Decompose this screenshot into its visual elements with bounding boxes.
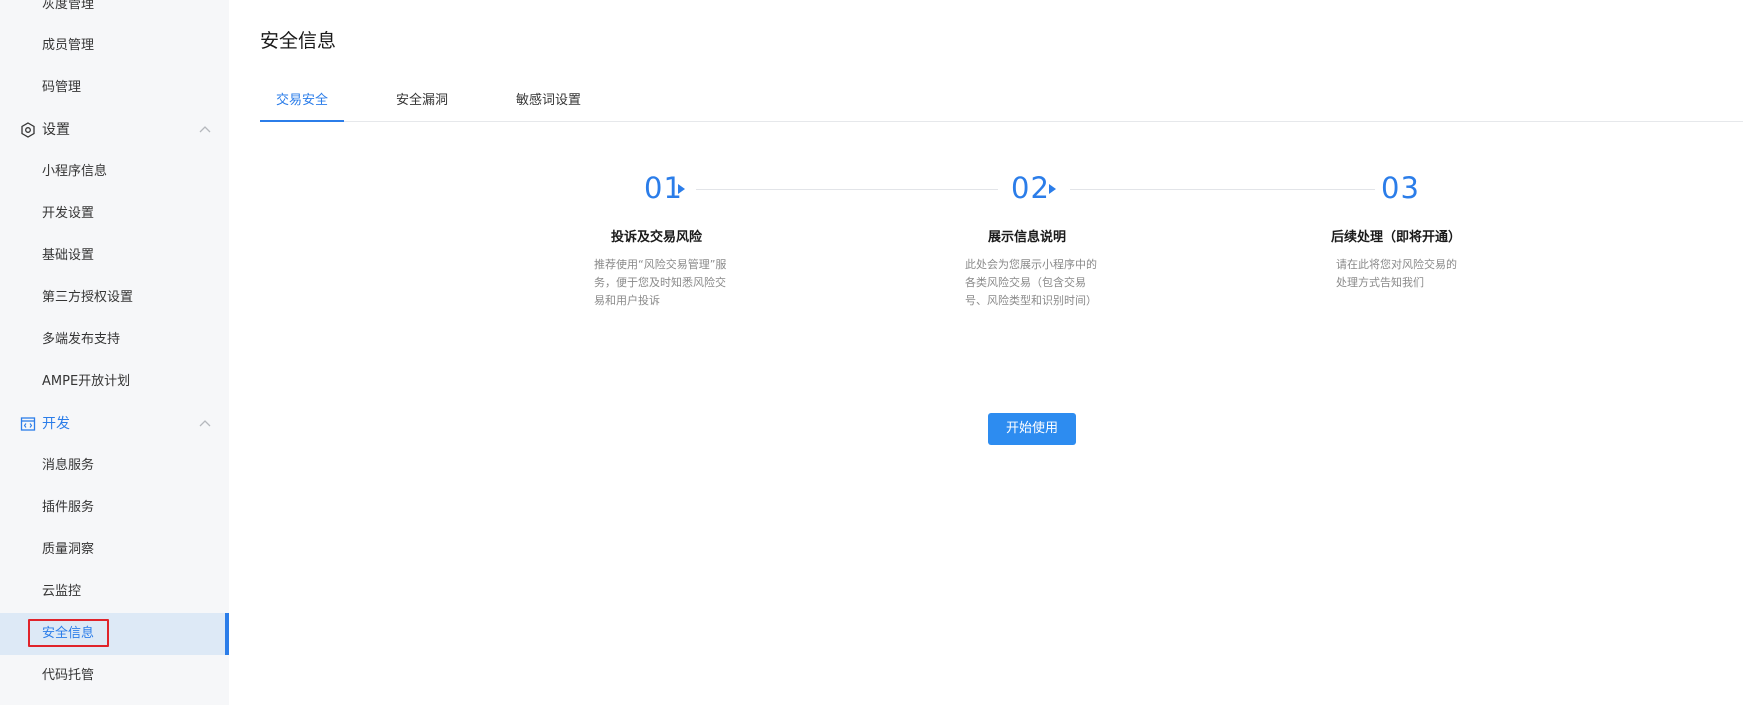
sidebar-item-third-party-auth[interactable]: 第三方授权设置: [0, 277, 229, 319]
sidebar-item-label: 码管理: [42, 80, 82, 95]
active-indicator: [225, 613, 229, 655]
sidebar-item-label: 质量洞察: [42, 542, 95, 557]
tab-security-vulnerability[interactable]: 安全漏洞: [396, 80, 448, 121]
sidebar-item-multi-publish[interactable]: 多端发布支持: [0, 319, 229, 361]
sidebar-item-basic-settings[interactable]: 基础设置: [0, 235, 229, 277]
sidebar-item-label: 开发设置: [42, 206, 95, 221]
page-title: 安全信息: [260, 30, 337, 52]
start-using-button[interactable]: 开始使用: [988, 413, 1076, 445]
sidebar-item-message-service[interactable]: 消息服务: [0, 445, 229, 487]
step-connector: [1070, 189, 1375, 190]
sidebar-item-gray-release[interactable]: 灰度管理: [0, 0, 229, 26]
step-desc-line: 务，便于您及时知悉风险交: [594, 276, 726, 289]
arrow-right-icon: [678, 184, 685, 194]
sidebar-item-label: 成员管理: [42, 38, 95, 53]
chevron-up-icon[interactable]: [199, 125, 211, 133]
sidebar-item-label: 插件服务: [42, 500, 95, 515]
step-desc-line: 请在此将您对风险交易的: [1336, 258, 1457, 271]
highlight-box: [28, 619, 109, 647]
sidebar-item-label: 小程序信息: [42, 164, 108, 179]
step-title: 投诉及交易风险: [611, 230, 703, 245]
tab-bar: 交易安全 安全漏洞 敏感词设置: [259, 80, 1743, 122]
step-desc-line: 处理方式告知我们: [1336, 276, 1424, 289]
sidebar-group-label: 设置: [42, 122, 70, 138]
sidebar-item-dev-settings[interactable]: 开发设置: [0, 193, 229, 235]
sidebar-item-label: AMPE开放计划: [42, 374, 131, 389]
step-number: 02: [1011, 171, 1050, 205]
sidebar-item-label: 第三方授权设置: [42, 290, 134, 305]
sidebar-item-ampe-plan[interactable]: AMPE开放计划: [0, 361, 229, 403]
arrow-right-icon: [1049, 184, 1056, 194]
sidebar-item-label: 代码托管: [42, 668, 95, 683]
sidebar-item-label: 消息服务: [42, 458, 95, 473]
step-title: 展示信息说明: [988, 230, 1067, 245]
step-title: 后续处理（即将开通）: [1331, 230, 1462, 245]
sidebar-item-cloud-monitor[interactable]: 云监控: [0, 571, 229, 613]
sidebar: 灰度管理 成员管理 码管理 设置 小程序信息 开发设置 基础设置 第三方授权设置…: [0, 0, 229, 705]
sidebar-item-label: 云监控: [42, 584, 82, 599]
sidebar-item-quality-insight[interactable]: 质量洞察: [0, 529, 229, 571]
sidebar-item-miniapp-info[interactable]: 小程序信息: [0, 151, 229, 193]
sidebar-group-label: 开发: [42, 416, 70, 432]
code-window-icon: [20, 417, 36, 431]
sidebar-item-security-info[interactable]: 安全信息: [0, 613, 229, 655]
step-desc-line: 易和用户投诉: [594, 294, 660, 307]
step-desc-line: 号、风险类型和识别时间）: [965, 294, 1097, 307]
tab-transaction-security[interactable]: 交易安全: [259, 80, 345, 122]
step-description: 请在此将您对风险交易的 处理方式告知我们: [1336, 256, 1457, 292]
sidebar-item-label: 灰度管理: [42, 0, 95, 12]
sidebar-item-code-hosting[interactable]: 代码托管: [0, 655, 229, 697]
chevron-up-icon[interactable]: [199, 419, 211, 427]
step-desc-line: 此处会为您展示小程序中的: [965, 258, 1097, 271]
step-connector: [696, 189, 998, 190]
sidebar-group-develop[interactable]: 开发: [0, 403, 229, 445]
sidebar-item-label: 多端发布支持: [42, 332, 121, 347]
step-description: 此处会为您展示小程序中的 各类风险交易（包含交易 号、风险类型和识别时间）: [965, 256, 1097, 310]
sidebar-item-label: 基础设置: [42, 248, 95, 263]
sidebar-group-settings[interactable]: 设置: [0, 109, 229, 151]
step-description: 推荐使用“风险交易管理”服 务，便于您及时知悉风险交 易和用户投诉: [594, 256, 726, 310]
sidebar-item-code-manage[interactable]: 码管理: [0, 67, 229, 109]
sidebar-item-plugin-service[interactable]: 插件服务: [0, 487, 229, 529]
step-number: 03: [1381, 171, 1420, 205]
tab-sensitive-words[interactable]: 敏感词设置: [516, 80, 581, 121]
gear-icon: [21, 122, 35, 138]
step-desc-line: 推荐使用“风险交易管理”服: [594, 258, 727, 271]
step-desc-line: 各类风险交易（包含交易: [965, 276, 1086, 289]
sidebar-item-members[interactable]: 成员管理: [0, 25, 229, 67]
